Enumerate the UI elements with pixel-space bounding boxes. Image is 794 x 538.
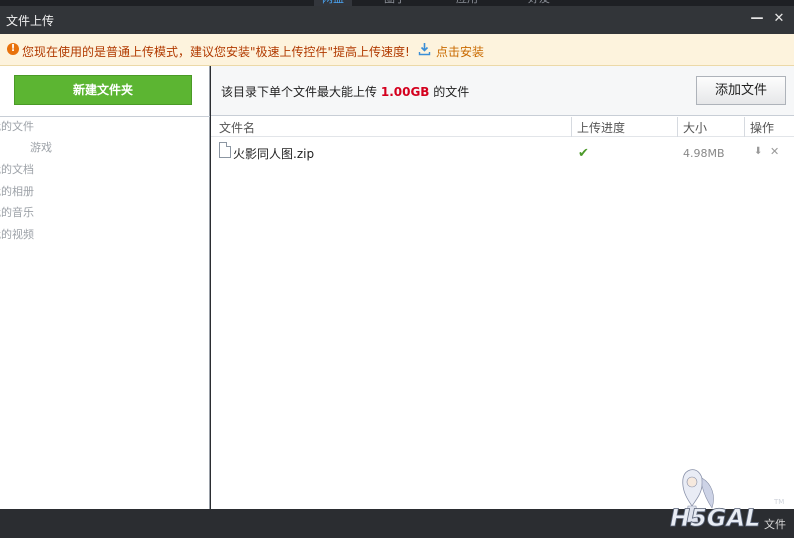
- upload-main-panel: 该目录下单个文件最大能上传 1.00GB 的文件 添加文件 文件名 上传进度 大…: [211, 66, 794, 509]
- close-icon[interactable]: ✕: [772, 12, 786, 26]
- file-icon: [219, 142, 231, 158]
- column-header-actions: 操作: [750, 121, 775, 135]
- window-title: 文件上传: [6, 14, 55, 28]
- install-link[interactable]: 点击安装: [436, 43, 484, 60]
- tree-item-my-files[interactable]: 我的文件: [0, 118, 34, 134]
- table-row[interactable]: 火影同人图.zip ✔ 4.98MB ⬇ ✕: [211, 140, 794, 166]
- tree-item-my-videos[interactable]: 我的视频: [0, 226, 34, 242]
- add-file-button[interactable]: 添加文件: [696, 76, 786, 105]
- file-size: 4.98MB: [683, 147, 725, 160]
- download-icon[interactable]: [418, 42, 431, 56]
- upload-info-bar: 该目录下单个文件最大能上传 1.00GB 的文件 添加文件: [211, 66, 794, 116]
- file-name: 火影同人图.zip: [233, 147, 315, 161]
- upload-limit-size: 1.00GB: [380, 85, 430, 99]
- delete-icon[interactable]: ✕: [770, 145, 779, 158]
- checkmark-icon: ✔: [578, 146, 589, 161]
- new-folder-button[interactable]: 新建文件夹: [14, 75, 192, 105]
- column-header-size[interactable]: 大小: [683, 119, 707, 136]
- tree-item-my-music[interactable]: 我的音乐: [0, 204, 34, 220]
- upload-limit-suffix: 的文件: [433, 85, 470, 99]
- column-header-progress[interactable]: 上传进度: [577, 119, 625, 136]
- tree-item-my-photos[interactable]: 我的相册: [0, 183, 34, 199]
- upload-limit-text: 该目录下单个文件最大能上传 1.00GB 的文件: [221, 83, 469, 100]
- upload-limit-prefix: 该目录下单个文件最大能上传: [221, 85, 378, 99]
- column-header-name[interactable]: 文件名: [219, 119, 255, 136]
- minimize-icon[interactable]: —: [750, 12, 764, 26]
- column-divider: [677, 117, 678, 137]
- svg-text:TM: TM: [773, 498, 784, 506]
- tree-item-games[interactable]: 游戏: [30, 139, 52, 155]
- notice-text: 您现在使用的是普通上传模式，建议您安装"极速上传控件"提高上传速度!: [22, 45, 410, 59]
- upload-mode-notice: ! 您现在使用的是普通上传模式，建议您安装"极速上传控件"提高上传速度! 点击安…: [0, 34, 794, 66]
- window-titlebar: 文件上传 — ✕: [0, 6, 794, 34]
- divider: [0, 116, 210, 117]
- watermark-logo: H5GAL TM: [670, 469, 784, 530]
- arrow-down-icon[interactable]: ⬇: [754, 146, 762, 157]
- svg-text:H5GAL: H5GAL: [670, 504, 760, 530]
- folder-sidebar: 新建文件夹 我的文件 游戏 我的文档 我的相册 我的音乐 我的视频: [0, 66, 210, 509]
- column-divider: [571, 117, 572, 137]
- column-divider: [744, 117, 745, 137]
- tree-item-my-docs[interactable]: 我的文档: [0, 161, 34, 177]
- warning-icon: !: [7, 43, 19, 55]
- file-table-header: 文件名 上传进度 大小 操作: [211, 117, 794, 137]
